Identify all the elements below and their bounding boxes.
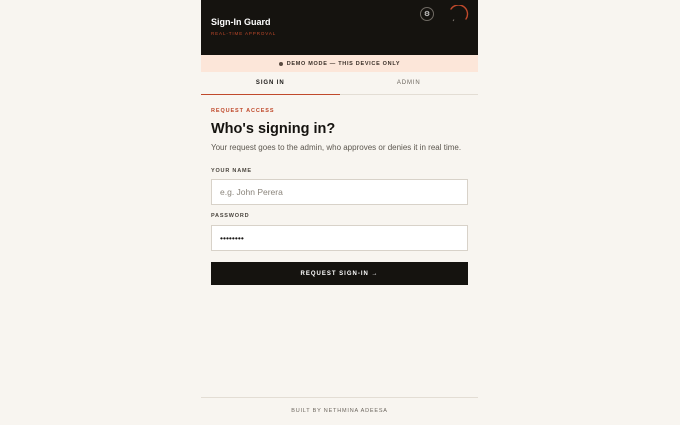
tab-sign-in[interactable]: SIGN IN bbox=[201, 72, 340, 95]
demo-mode-text: DEMO MODE — THIS DEVICE ONLY bbox=[286, 60, 401, 67]
page-title: Who's signing in? bbox=[211, 121, 336, 137]
app-panel: Sign-In Guard REAL-TIME APPROVAL ⚙ DEMO … bbox=[201, 0, 478, 425]
section-eyebrow: REQUEST ACCESS bbox=[211, 108, 275, 114]
demo-mode-banner: DEMO MODE — THIS DEVICE ONLY bbox=[201, 55, 478, 72]
password-input[interactable] bbox=[211, 225, 468, 251]
app-subtitle: REAL-TIME APPROVAL bbox=[211, 31, 277, 36]
status-dot-icon bbox=[278, 61, 283, 66]
app-header: Sign-In Guard REAL-TIME APPROVAL ⚙ bbox=[201, 0, 478, 55]
name-input[interactable] bbox=[211, 179, 468, 205]
tab-bar: SIGN IN ADMIN bbox=[201, 72, 478, 95]
gear-icon[interactable]: ⚙ bbox=[420, 7, 434, 21]
password-label: PASSWORD bbox=[211, 213, 250, 219]
footer-credit: BUILT BY NETHMINA ADEESA bbox=[291, 408, 388, 414]
request-sign-in-button[interactable]: REQUEST SIGN-IN → bbox=[211, 262, 468, 285]
name-label: YOUR NAME bbox=[211, 168, 252, 174]
tab-admin[interactable]: ADMIN bbox=[340, 72, 479, 94]
page-description: Your request goes to the admin, who appr… bbox=[211, 143, 462, 152]
app-title: Sign-In Guard bbox=[211, 17, 271, 27]
tab-admin-label: ADMIN bbox=[396, 80, 421, 86]
tab-sign-in-label: SIGN IN bbox=[255, 80, 285, 86]
spinner-icon bbox=[450, 5, 469, 22]
footer-divider bbox=[201, 397, 478, 398]
